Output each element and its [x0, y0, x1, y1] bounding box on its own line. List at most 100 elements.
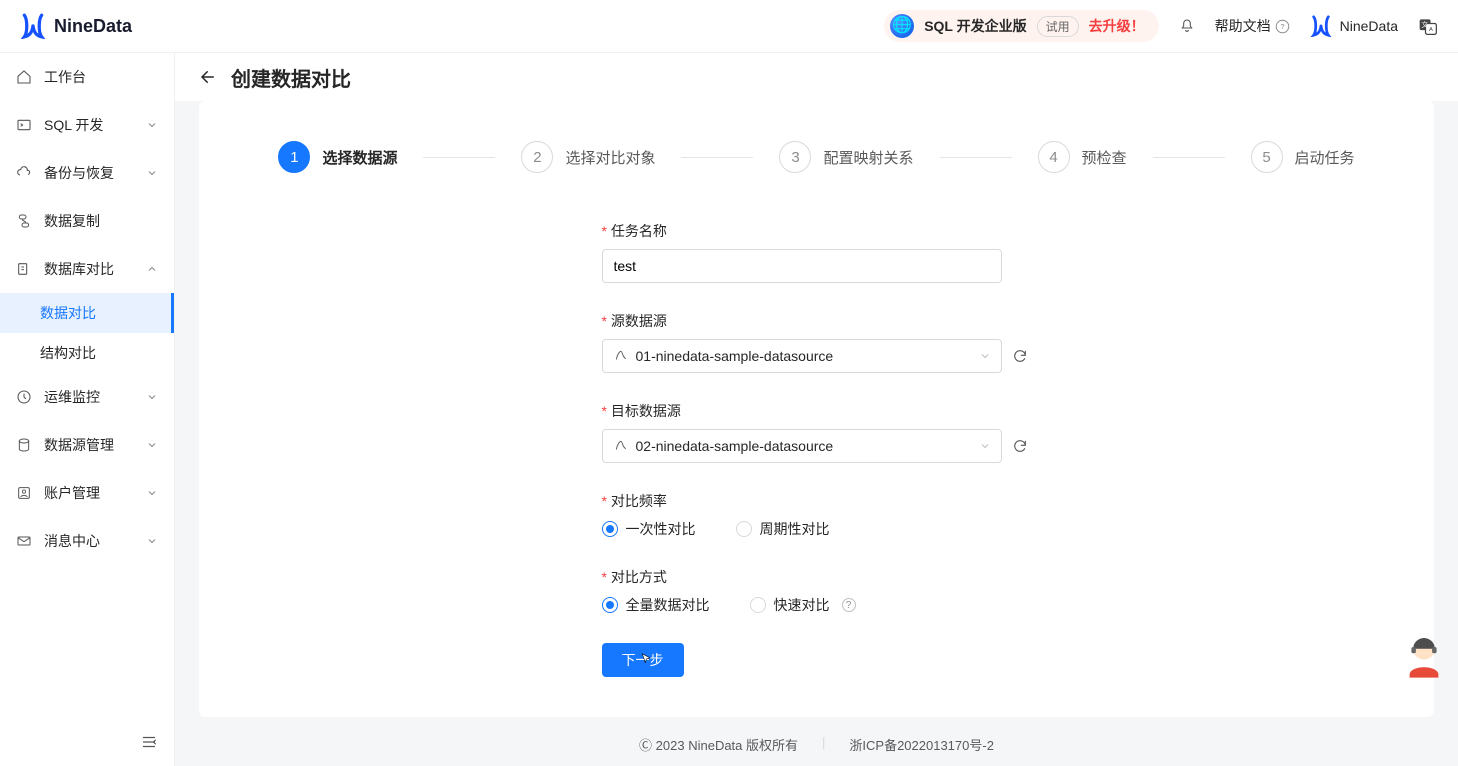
step-label: 配置映射关系: [823, 147, 913, 168]
sidebar-item-label: SQL 开发: [44, 115, 103, 135]
sidebar-item-label: 数据对比: [40, 303, 96, 323]
step-line: [940, 157, 1012, 158]
brand-logo-icon: [20, 13, 46, 39]
step-number: 5: [1251, 141, 1283, 173]
mysql-icon: [614, 349, 628, 363]
step-label: 选择数据源: [322, 147, 397, 168]
step-label: 启动任务: [1295, 147, 1355, 168]
sidebar-item-label: 账户管理: [44, 483, 100, 503]
steps-bar: 1 选择数据源 2 选择对比对象 3 配置映射关系 4 预检查: [255, 141, 1378, 173]
help-link[interactable]: 帮助文档 ?: [1215, 16, 1290, 36]
account-logo-icon: [1310, 15, 1332, 37]
language-icon[interactable]: 文A: [1418, 16, 1438, 36]
back-arrow-icon[interactable]: [199, 68, 217, 86]
sidebar-item-workspace[interactable]: 工作台: [0, 53, 174, 101]
chevron-down-icon: [146, 535, 158, 547]
chevron-down-icon: [146, 167, 158, 179]
step-1: 1 选择数据源: [278, 141, 397, 173]
database-icon: [16, 437, 32, 453]
field-task-name: 任务名称: [602, 221, 1032, 283]
collapse-sidebar-button[interactable]: [140, 721, 158, 766]
mysql-icon: [614, 439, 628, 453]
step-4: 4 预检查: [1038, 141, 1127, 173]
source-value: 01-ninedata-sample-datasource: [636, 348, 834, 364]
user-icon: [16, 485, 32, 501]
create-compare-form: 任务名称 源数据源 01-ninedata-sample-datasource: [602, 221, 1032, 677]
copy-icon: [16, 213, 32, 229]
step-line: [1153, 157, 1225, 158]
sidebar-item-datasource[interactable]: 数据源管理: [0, 421, 174, 469]
freq-once[interactable]: 一次性对比: [602, 519, 696, 539]
question-circle-icon[interactable]: ?: [842, 598, 856, 612]
monitor-icon: [16, 389, 32, 405]
sidebar-item-label: 数据库对比: [44, 259, 114, 279]
refresh-icon[interactable]: [1012, 438, 1028, 454]
footer: Ⓒ 2023 NineData 版权所有 | 浙ICP备2022013170号-…: [175, 717, 1458, 766]
sidebar-sub-structure-compare[interactable]: 结构对比: [0, 333, 174, 373]
mode-full[interactable]: 全量数据对比: [602, 595, 710, 615]
compare-icon: [16, 261, 32, 277]
target-label: 目标数据源: [602, 401, 1032, 421]
page-title: 创建数据对比: [231, 63, 351, 92]
target-select[interactable]: 02-ninedata-sample-datasource: [602, 429, 1002, 463]
chevron-down-icon: [146, 119, 158, 131]
sidebar-item-db-compare[interactable]: 数据库对比: [0, 245, 174, 293]
freq-periodic[interactable]: 周期性对比: [736, 519, 830, 539]
chevron-down-icon: [979, 440, 991, 452]
top-header: NineData SQL 开发企业版 试用 去升级！ 帮助文档 ? NineDa…: [0, 0, 1458, 53]
account-name: NineData: [1340, 18, 1398, 34]
mail-icon: [16, 533, 32, 549]
source-select[interactable]: 01-ninedata-sample-datasource: [602, 339, 1002, 373]
upgrade-link[interactable]: 去升级！: [1089, 16, 1145, 36]
account-menu[interactable]: NineData: [1310, 15, 1398, 37]
sidebar-item-replicate[interactable]: 数据复制: [0, 197, 174, 245]
mouse-cursor-icon: [640, 651, 654, 667]
sidebar: 工作台 SQL 开发 备份与恢复 数据复制 数据库对比 数据对比 结构对比: [0, 53, 175, 766]
radio-icon: [750, 597, 766, 613]
terminal-icon: [16, 117, 32, 133]
radio-label: 周期性对比: [760, 519, 830, 539]
step-number: 4: [1038, 141, 1070, 173]
sidebar-item-label: 结构对比: [40, 343, 96, 363]
sidebar-sub-data-compare[interactable]: 数据对比: [0, 293, 174, 333]
svg-text:A: A: [1429, 27, 1433, 33]
sidebar-item-sql-dev[interactable]: SQL 开发: [0, 101, 174, 149]
field-mode: 对比方式 全量数据对比 快速对比 ?: [602, 567, 1032, 615]
help-text: 帮助文档: [1215, 16, 1271, 36]
bell-icon[interactable]: [1179, 18, 1195, 34]
sidebar-item-message[interactable]: 消息中心: [0, 517, 174, 565]
step-line: [423, 157, 495, 158]
radio-label: 一次性对比: [626, 519, 696, 539]
svg-text:文: 文: [1421, 20, 1428, 29]
target-value: 02-ninedata-sample-datasource: [636, 438, 834, 454]
mode-radio-group: 全量数据对比 快速对比 ?: [602, 595, 1032, 615]
sidebar-item-account[interactable]: 账户管理: [0, 469, 174, 517]
sidebar-item-label: 备份与恢复: [44, 163, 114, 183]
radio-icon: [602, 521, 618, 537]
home-icon: [16, 69, 32, 85]
source-label: 源数据源: [602, 311, 1032, 331]
mode-fast[interactable]: 快速对比 ?: [750, 595, 856, 615]
icp-text: 浙ICP备2022013170号-2: [849, 735, 994, 754]
question-circle-icon: ?: [1275, 19, 1290, 34]
support-avatar-icon[interactable]: [1406, 634, 1442, 678]
plan-name: SQL 开发企业版: [924, 16, 1026, 36]
step-2: 2 选择对比对象: [521, 141, 655, 173]
page-header: 创建数据对比: [175, 53, 1458, 101]
plan-badge[interactable]: SQL 开发企业版 试用 去升级！: [884, 10, 1158, 42]
step-number: 3: [779, 141, 811, 173]
field-source: 源数据源 01-ninedata-sample-datasource: [602, 311, 1032, 373]
refresh-icon[interactable]: [1012, 348, 1028, 364]
task-name-input[interactable]: [602, 249, 1002, 283]
brand-name: NineData: [54, 16, 132, 37]
collapse-icon: [140, 733, 158, 751]
chevron-up-icon: [146, 263, 158, 275]
sidebar-item-ops-monitor[interactable]: 运维监控: [0, 373, 174, 421]
sidebar-item-label: 运维监控: [44, 387, 100, 407]
next-button[interactable]: 下一步: [602, 643, 684, 677]
main-content: 创建数据对比 1 选择数据源 2 选择对比对象 3 配置映射关系: [175, 53, 1458, 766]
step-number: 1: [278, 141, 310, 173]
brand-logo[interactable]: NineData: [20, 13, 132, 39]
sidebar-item-backup[interactable]: 备份与恢复: [0, 149, 174, 197]
copyright-text: 2023 NineData 版权所有: [656, 738, 798, 753]
